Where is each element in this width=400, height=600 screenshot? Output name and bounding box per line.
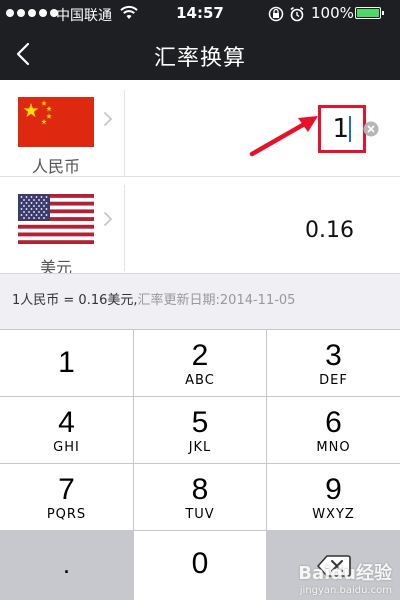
key-decimal-point[interactable]: . <box>0 531 133 600</box>
status-bar: 中国联通 14:57 100% <box>0 0 400 28</box>
key-1[interactable]: 1 <box>0 330 133 396</box>
backspace-icon <box>316 554 351 577</box>
usd-amount-value[interactable]: 0.16 <box>260 218 354 243</box>
nav-bar: 汇率换算 <box>0 28 400 80</box>
page-title: 汇率换算 <box>153 46 246 71</box>
text-caret <box>349 116 351 142</box>
key-2[interactable]: 2 ABC <box>134 330 266 396</box>
clear-input-icon[interactable] <box>363 121 379 137</box>
row-vertical-divider <box>124 90 125 176</box>
exchange-rate-text: 1人民币 = 0.16美元, <box>12 293 138 308</box>
key-5[interactable]: 5 JKL <box>134 397 266 463</box>
battery-icon <box>355 7 384 19</box>
battery-percent: 100% <box>311 4 354 22</box>
key-3[interactable]: 3 DEF <box>267 330 400 396</box>
key-6[interactable]: 6 MNO <box>267 397 400 463</box>
row-vertical-divider <box>124 185 125 271</box>
rotation-lock-icon <box>268 6 284 22</box>
chevron-right-icon <box>104 112 113 126</box>
key-4[interactable]: 4 GHI <box>0 397 133 463</box>
key-backspace[interactable] <box>267 531 400 600</box>
usa-flag-icon <box>18 194 94 244</box>
key-9[interactable]: 9 WXYZ <box>267 464 400 530</box>
currency-name-cny: 人民币 <box>31 157 80 176</box>
alarm-icon <box>290 6 304 22</box>
rate-update-date: 汇率更新日期:2014-11-05 <box>137 293 296 308</box>
numeric-keypad: 1 2 ABC 3 DEF 4 GHI 5 JKL 6 MNO 7 PQRS 8… <box>0 330 400 600</box>
china-flag-icon <box>18 97 94 147</box>
key-7[interactable]: 7 PQRS <box>0 464 133 530</box>
key-8[interactable]: 8 TUV <box>134 464 266 530</box>
key-0[interactable]: 0 <box>134 531 266 600</box>
cny-amount-input[interactable]: 1 <box>318 105 366 153</box>
rate-info-bar: 1人民币 = 0.16美元,汇率更新日期:2014-11-05 <box>0 273 400 330</box>
chevron-right-icon <box>104 212 113 226</box>
